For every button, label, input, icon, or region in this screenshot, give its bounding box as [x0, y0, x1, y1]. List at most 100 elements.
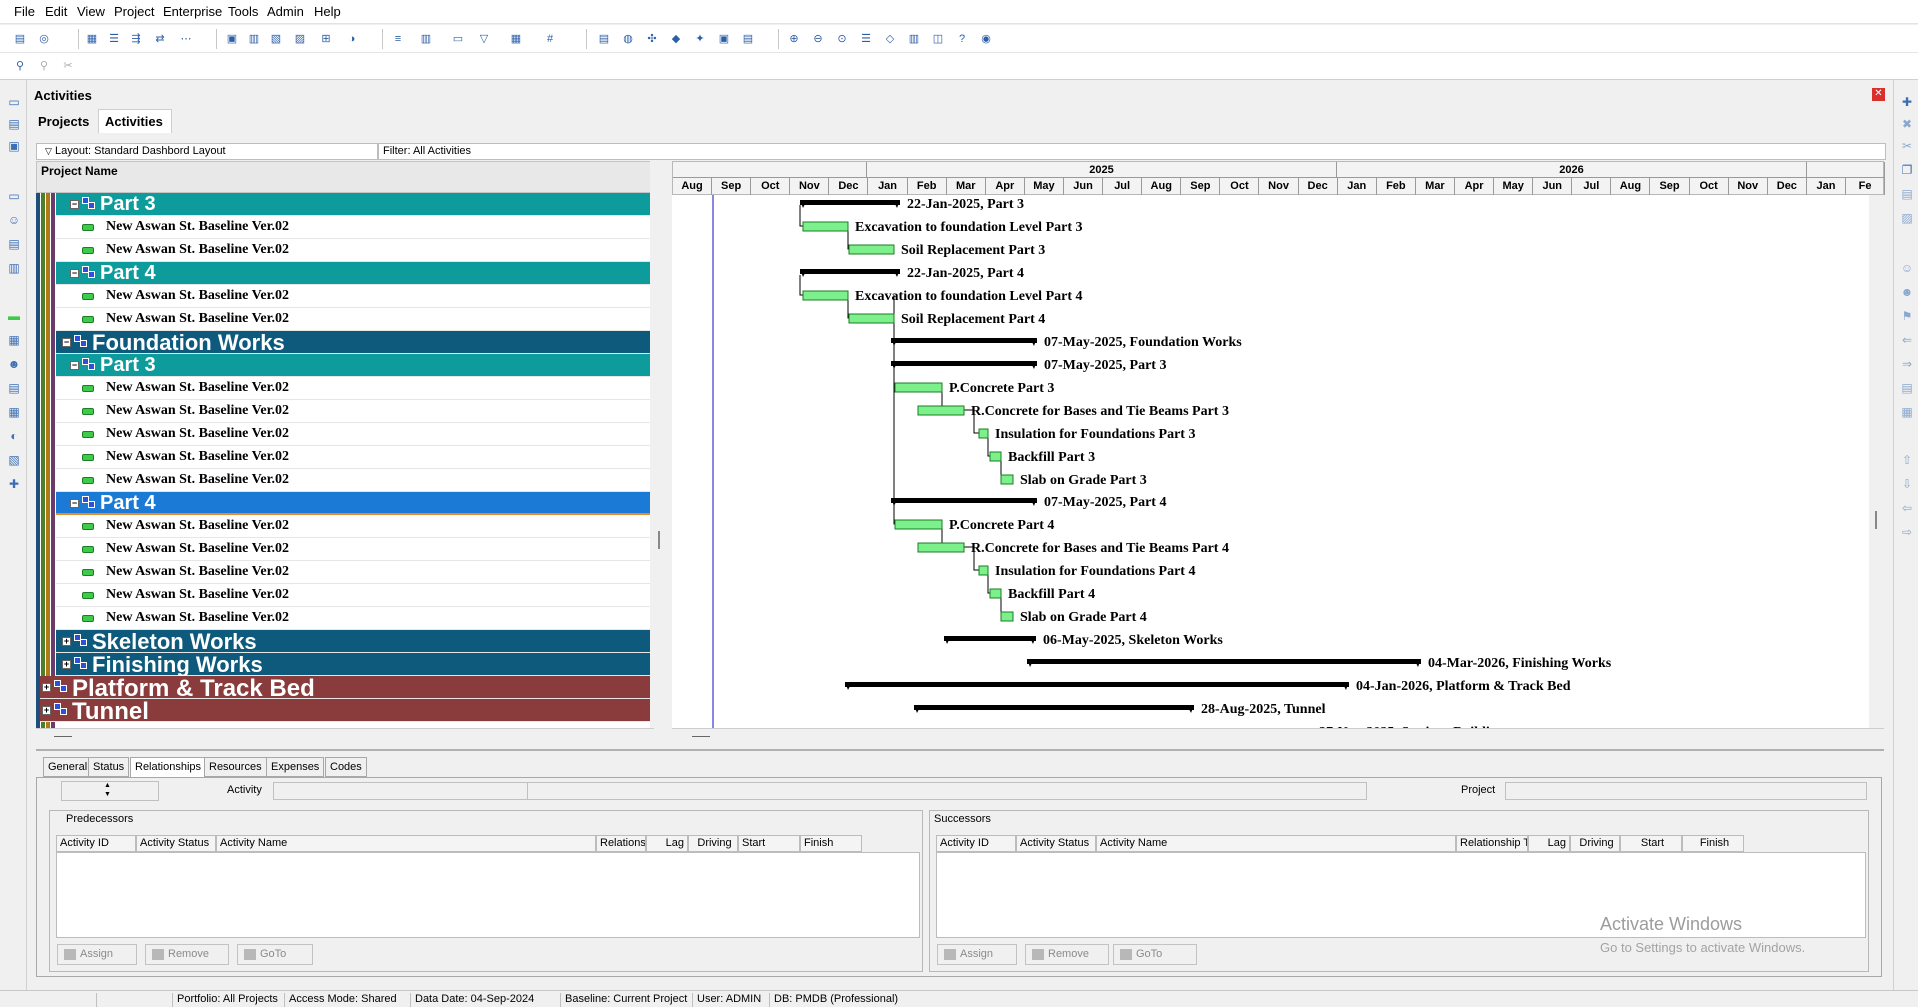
- progress-spotlight-icon[interactable]: ⋯: [178, 31, 194, 47]
- binoculars-icon[interactable]: ⚲: [12, 58, 28, 74]
- pred-col-start[interactable]: Start: [738, 835, 800, 852]
- succ-col-lag[interactable]: Lag: [1528, 835, 1570, 852]
- pred-col-activity-id[interactable]: Activity ID: [56, 835, 136, 852]
- dissolve-icon[interactable]: ▨: [1899, 210, 1915, 226]
- succ-goto-button[interactable]: GoTo: [1113, 944, 1197, 965]
- wbs-icon[interactable]: ▤: [6, 116, 22, 132]
- details-icon[interactable]: ▣: [224, 31, 240, 47]
- collapse-icon[interactable]: −: [70, 200, 79, 209]
- activity-id-field[interactable]: [273, 782, 549, 800]
- wbs-row[interactable]: − Foundation Works: [56, 331, 650, 355]
- activity-row[interactable]: New Aswan St. Baseline Ver.02: [56, 538, 650, 561]
- expand-icon[interactable]: +: [42, 683, 51, 692]
- copy-icon[interactable]: ❐: [1899, 162, 1915, 178]
- tab-status[interactable]: Status: [88, 757, 130, 777]
- filter-icon[interactable]: ▽: [476, 31, 492, 47]
- level-icon[interactable]: ◍: [620, 31, 636, 47]
- succ-col-activity-id[interactable]: Activity ID: [936, 835, 1016, 852]
- assign-predecessor-icon[interactable]: ⇐: [1899, 332, 1915, 348]
- tab-codes[interactable]: Codes: [325, 757, 367, 777]
- assign-code-icon[interactable]: ⚑: [1899, 308, 1915, 324]
- tab-activities[interactable]: Activities: [98, 109, 172, 133]
- zoom-fit-icon[interactable]: ⊙: [834, 31, 850, 47]
- trace-logic-icon[interactable]: ⊞: [318, 31, 334, 47]
- move-up-icon[interactable]: ⇧: [1899, 452, 1915, 468]
- wbs-row[interactable]: − Part 4: [56, 262, 650, 285]
- grid-horizontal-scrollbar[interactable]: [36, 728, 654, 744]
- print-preview-icon[interactable]: ◎: [36, 31, 52, 47]
- bars-icon[interactable]: ◑: [344, 31, 360, 47]
- wps-docs-icon[interactable]: ▤: [6, 380, 22, 396]
- pred-col-activity-status[interactable]: Activity Status: [136, 835, 216, 852]
- move-right-icon[interactable]: ⇨: [1899, 524, 1915, 540]
- print-icon[interactable]: ▤: [12, 31, 28, 47]
- collapse-icon[interactable]: −: [62, 338, 71, 347]
- tab-general[interactable]: General: [43, 757, 93, 777]
- gantt-chart[interactable]: 22-Jan-2025, Part 3 Excavation to foundat…: [672, 195, 1869, 728]
- pred-col-driving[interactable]: Driving: [688, 835, 738, 852]
- menu-project[interactable]: Project: [114, 4, 154, 19]
- pred-col-finish[interactable]: Finish: [800, 835, 862, 852]
- find-next-icon[interactable]: ⚲: [36, 58, 52, 74]
- cut-icon[interactable]: ✂: [60, 58, 76, 74]
- splitter[interactable]: [650, 161, 668, 733]
- tag-icon[interactable]: ◆: [668, 31, 684, 47]
- gantt-vertical-scrollbar[interactable]: [1869, 195, 1884, 728]
- activity-name-field[interactable]: [527, 782, 1367, 800]
- zoom-out-icon[interactable]: ⊖: [810, 31, 826, 47]
- risks-icon[interactable]: ◐: [6, 428, 22, 444]
- person-icon[interactable]: ☺: [6, 212, 22, 228]
- split-icon[interactable]: ▥: [906, 31, 922, 47]
- expand-icon[interactable]: +: [62, 637, 71, 646]
- columns-icon[interactable]: ▥: [418, 31, 434, 47]
- activity-row[interactable]: New Aswan St. Baseline Ver.02: [56, 515, 650, 538]
- collapse-icon[interactable]: −: [70, 361, 79, 370]
- succ-assign-button[interactable]: Assign: [937, 944, 1017, 965]
- assign-resource-icon[interactable]: ☺: [1899, 260, 1915, 276]
- pred-col-relations[interactable]: Relations: [596, 835, 646, 852]
- document-icon[interactable]: ▤: [6, 236, 22, 252]
- activity-row[interactable]: New Aswan St. Baseline Ver.02: [56, 377, 650, 400]
- store-period-icon[interactable]: ✣: [644, 31, 660, 47]
- collapse-icon[interactable]: −: [70, 499, 79, 508]
- down-arrow-icon[interactable]: ▼: [104, 791, 111, 798]
- pred-assign-button[interactable]: Assign: [57, 944, 137, 965]
- tracking-icon[interactable]: ▣: [6, 138, 22, 154]
- menu-tools[interactable]: Tools: [228, 4, 258, 19]
- critical-path-icon[interactable]: ✦: [692, 31, 708, 47]
- assign-role-icon[interactable]: ☻: [1899, 284, 1915, 300]
- activity-row[interactable]: New Aswan St. Baseline Ver.02: [56, 561, 650, 584]
- layout-icon[interactable]: ▦: [508, 31, 524, 47]
- menu-view[interactable]: View: [77, 4, 105, 19]
- wbs-row[interactable]: − Part 4: [56, 492, 650, 515]
- gantt-horizontal-scrollbar[interactable]: [672, 728, 1884, 744]
- projects-icon[interactable]: ▭: [6, 94, 22, 110]
- expand-icon[interactable]: +: [42, 706, 51, 715]
- wbs-row[interactable]: + Finishing Works: [56, 653, 650, 677]
- tab-resources[interactable]: Resources: [204, 757, 267, 777]
- menu-enterprise[interactable]: Enterprise: [163, 4, 222, 19]
- move-left-icon[interactable]: ⇦: [1899, 500, 1915, 516]
- succ-col-start[interactable]: Start: [1620, 835, 1682, 852]
- wbs-row[interactable]: + Platform & Track Bed: [40, 676, 650, 702]
- wbs-row[interactable]: + Skeleton Works: [56, 630, 650, 654]
- tracking-layout-icon[interactable]: ✚: [6, 476, 22, 492]
- activity-row[interactable]: New Aswan St. Baseline Ver.02: [56, 216, 650, 239]
- activity-row[interactable]: New Aswan St. Baseline Ver.02: [56, 469, 650, 492]
- collapse-icon[interactable]: ◇: [882, 31, 898, 47]
- table-view-icon[interactable]: ▦: [84, 31, 100, 47]
- resource-icon[interactable]: ▨: [292, 31, 308, 47]
- folder-icon[interactable]: ▭: [6, 188, 22, 204]
- up-arrow-icon[interactable]: ▲: [104, 782, 111, 789]
- zoom-in-icon[interactable]: ⊕: [786, 31, 802, 47]
- activity-nav-stepper[interactable]: ▲ ▼: [61, 781, 159, 801]
- layout-selector[interactable]: ▽ Layout: Standard Dashbord Layout: [36, 143, 378, 160]
- add-icon[interactable]: ✚: [1899, 94, 1915, 110]
- wbs-row[interactable]: + Tunnel: [40, 699, 650, 725]
- menu-admin[interactable]: Admin: [267, 4, 304, 19]
- group-sort-icon[interactable]: ≡: [390, 31, 406, 47]
- expand-icon[interactable]: +: [62, 660, 71, 669]
- menu-file[interactable]: File: [14, 4, 35, 19]
- assignments-icon[interactable]: ▦: [6, 332, 22, 348]
- succ-col-activity-status[interactable]: Activity Status: [1016, 835, 1096, 852]
